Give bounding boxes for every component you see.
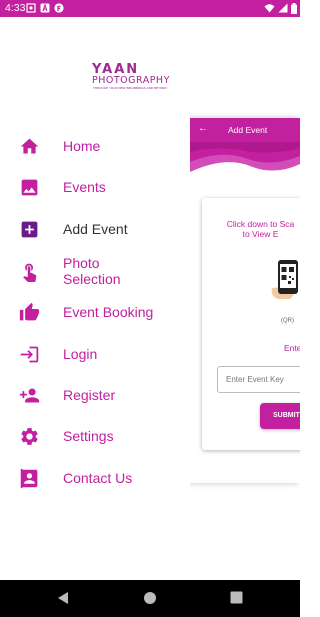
menu-item-label: Photo Selection <box>63 255 183 287</box>
app-bar-title: Add Event <box>228 125 268 135</box>
menu-item-label: Contact Us <box>63 470 133 486</box>
recents-square-icon[interactable] <box>230 591 243 604</box>
notification-icon <box>26 3 36 13</box>
gear-icon <box>21 428 38 445</box>
event-key-input[interactable]: Enter Event Key <box>217 366 300 393</box>
image-icon <box>21 179 38 196</box>
login-icon <box>20 346 39 363</box>
enter-event-text: Enter Even <box>284 343 300 353</box>
menu-item-home[interactable]: Home <box>0 128 190 164</box>
status-time: 4:33 <box>5 2 26 14</box>
svg-text:PHOTOGRAPHY: PHOTOGRAPHY <box>92 75 170 86</box>
svg-text:THROUGH YOUR NEW BEGINNINGS AN: THROUGH YOUR NEW BEGINNINGS AND BEYOND <box>92 86 167 90</box>
app-a-icon <box>40 3 50 13</box>
menu-item-photo-selection[interactable]: Photo Selection <box>0 253 190 289</box>
submit-button[interactable]: SUBMIT <box>260 403 300 429</box>
menu-item-label: Settings <box>63 428 114 444</box>
menu-item-label: Register <box>63 387 116 403</box>
menu-item-label: Add Event <box>63 221 128 237</box>
menu-item-label: Home <box>63 138 101 154</box>
status-bar: 4:33 <box>0 0 300 17</box>
qr-phone-icon[interactable] <box>270 258 300 300</box>
scan-instruction-line2: to View E <box>242 229 279 239</box>
menu-item-event-booking[interactable]: Event Booking <box>0 294 190 330</box>
contact-icon <box>20 468 38 489</box>
menu-item-label: Event Booking <box>63 304 154 320</box>
scan-instruction: Click down to Sca to View E <box>218 219 300 239</box>
back-arrow-icon[interactable]: ← <box>198 123 208 134</box>
app-f-icon <box>54 3 64 13</box>
navigation-drawer: YAAN PHOTOGRAPHY THROUGH YOUR NEW BEGINN… <box>0 17 190 580</box>
menu-item-register[interactable]: Register <box>0 377 190 413</box>
menu-item-events[interactable]: Events <box>0 169 190 205</box>
yaan-photography-logo: YAAN PHOTOGRAPHY THROUGH YOUR NEW BEGINN… <box>92 62 170 90</box>
person-add-icon <box>19 388 40 403</box>
scan-instruction-line1: Click down to Sca <box>226 219 295 229</box>
menu-item-label: Events <box>63 179 106 195</box>
qr-label: (QR) <box>281 318 294 324</box>
add-event-screen: ← Add Event Click down to Sca to View E … <box>190 118 300 483</box>
app-screen: 4:33 ← Add Event Click down to Sca to Vi… <box>0 0 300 617</box>
header-wave <box>190 142 300 172</box>
battery-icon <box>291 2 297 14</box>
menu-item-login[interactable]: Login <box>0 336 190 372</box>
signal-icon <box>278 3 288 13</box>
menu-item-add-event[interactable]: Add Event <box>0 211 190 247</box>
wifi-icon <box>264 4 275 13</box>
menu-item-label-line1: Photo <box>63 255 100 271</box>
home-circle-icon[interactable] <box>143 591 157 605</box>
touch-icon <box>23 263 37 282</box>
menu-item-settings[interactable]: Settings <box>0 418 190 454</box>
thumbs-up-icon <box>19 302 40 321</box>
menu-item-label-line2: Selection <box>63 271 121 287</box>
add-box-icon <box>21 221 38 238</box>
menu-item-label: Login <box>63 346 98 362</box>
back-triangle-icon[interactable] <box>57 591 69 605</box>
menu-item-contact-us[interactable]: Contact Us <box>0 460 190 496</box>
system-navigation-bar <box>0 580 300 617</box>
app-bar: ← Add Event <box>190 118 300 142</box>
home-icon <box>20 138 39 154</box>
